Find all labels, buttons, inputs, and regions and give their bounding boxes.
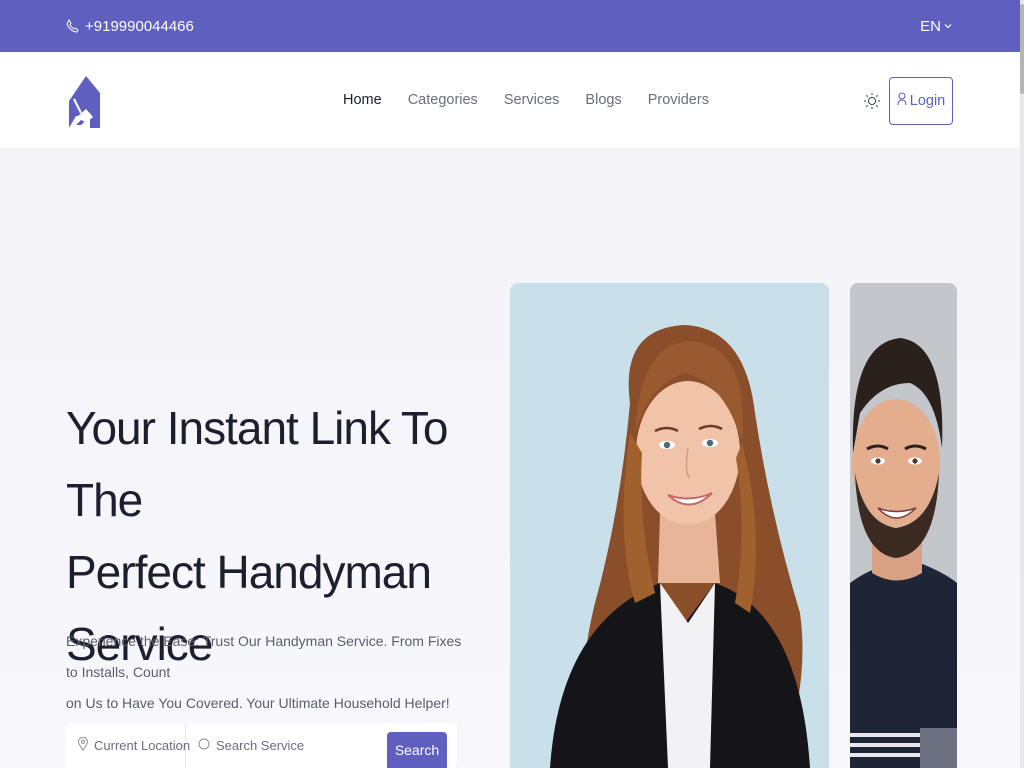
login-button[interactable]: Login [889,77,953,125]
hero-title-line: Your Instant Link To The [66,402,449,526]
search-bar: Current Location Search Service Search [66,723,457,768]
location-pin-icon [77,736,89,754]
search-icon [198,738,210,753]
sun-icon[interactable] [863,92,881,110]
user-icon [897,92,907,110]
service-placeholder: Search Service [216,738,305,753]
location-placeholder: Current Location [94,738,191,753]
hero-description-line: on Us to Have You Covered. Your Ultimate… [66,695,450,711]
nav-providers[interactable]: Providers [648,92,709,108]
page-scrollbar[interactable] [1020,0,1024,768]
hero-title-line: Perfect Handyman [66,546,432,598]
nav-categories[interactable]: Categories [408,92,478,108]
chevron-down-icon [944,23,952,29]
service-search-input[interactable]: Search Service [186,723,387,768]
provider-photo-man [850,283,957,768]
nav-home[interactable]: Home [343,92,382,108]
scrollbar-thumb[interactable] [1020,4,1024,94]
hero-description-line: Experience the Ease: Trust Our Handyman … [66,633,462,680]
nav-blogs[interactable]: Blogs [585,92,621,108]
phone-contact[interactable]: +919990044466 [66,18,194,35]
handyman-logo[interactable] [67,73,101,129]
location-input[interactable]: Current Location [66,723,190,768]
nav-menu: Home Categories Services Blogs Providers [343,92,735,108]
language-selector[interactable]: EN [920,18,952,35]
provider-photo-woman [510,283,829,768]
language-label: EN [920,17,941,35]
login-label: Login [909,93,946,109]
phone-icon [66,19,79,33]
nav-services[interactable]: Services [504,92,560,108]
search-button[interactable]: Search [387,732,447,768]
hero-description: Experience the Ease: Trust Our Handyman … [66,626,466,719]
phone-number: +919990044466 [85,17,194,35]
main-navbar: Home Categories Services Blogs Providers… [0,52,1020,149]
top-bar: +919990044466 EN [0,0,1020,52]
